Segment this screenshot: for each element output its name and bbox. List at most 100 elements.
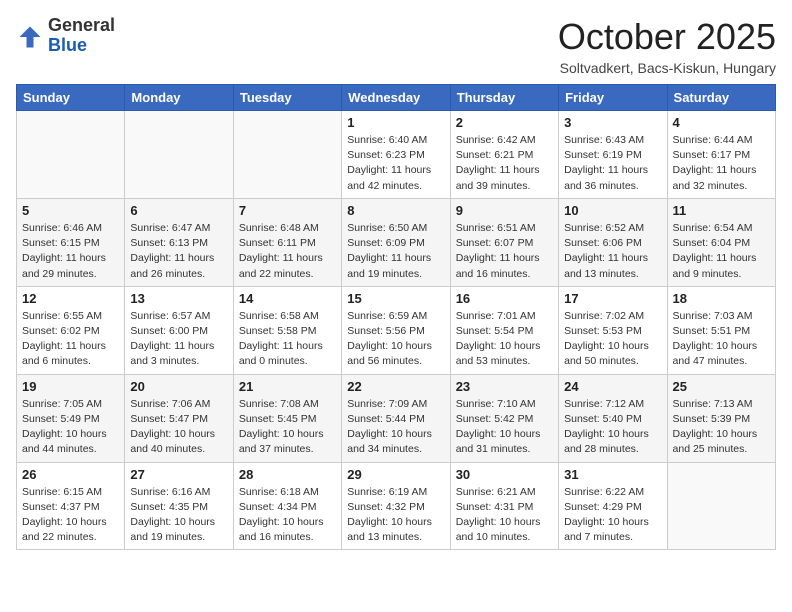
day-number: 11 xyxy=(673,203,770,218)
calendar-cell: 16 Sunrise: 7:01 AM Sunset: 5:54 PM Dayli… xyxy=(450,286,558,374)
calendar-table: SundayMondayTuesdayWednesdayThursdayFrid… xyxy=(16,84,776,550)
day-number: 30 xyxy=(456,467,553,482)
month-title: October 2025 xyxy=(558,16,776,58)
day-number: 2 xyxy=(456,115,553,130)
calendar-cell: 26Sunrise: 6:15 AM Sunset: 4:37 PM Dayli… xyxy=(17,462,125,550)
calendar-cell: 15Sunrise: 6:59 AM Sunset: 5:56 PM Dayli… xyxy=(342,286,450,374)
weekday-header-saturday: Saturday xyxy=(667,85,775,111)
weekday-header-tuesday: Tuesday xyxy=(233,85,341,111)
day-number: 23 xyxy=(456,379,553,394)
day-number: 24 xyxy=(564,379,661,394)
day-info: Sunrise: 6:19 AM Sunset: 4:32 PM Dayligh… xyxy=(347,485,444,546)
calendar-cell: 29 Sunrise: 6:19 AM Sunset: 4:32 PM Dayli… xyxy=(342,462,450,550)
day-info: Sunrise: 7:01 AM Sunset: 5:54 PM Dayligh… xyxy=(456,309,553,370)
calendar-cell: 25 Sunrise: 7:13 AM Sunset: 5:39 PM Dayli… xyxy=(667,374,775,462)
day-number: 27 xyxy=(130,467,227,482)
calendar-cell: 31 Sunrise: 6:22 AM Sunset: 4:29 PM Dayli… xyxy=(559,462,667,550)
day-info: Sunrise: 6:21 AM Sunset: 4:31 PM Dayligh… xyxy=(456,485,553,546)
day-number: 20 xyxy=(130,379,227,394)
title-block: October 2025 Soltvadkert, Bacs-Kiskun, H… xyxy=(558,16,776,76)
day-info: Sunrise: 6:18 AM Sunset: 4:34 PM Dayligh… xyxy=(239,485,336,546)
day-info: Sunrise: 7:10 AM Sunset: 5:42 PM Dayligh… xyxy=(456,397,553,458)
day-number: 25 xyxy=(673,379,770,394)
page-header: General Blue October 2025 Soltvadkert, B… xyxy=(16,16,776,76)
day-info: Sunrise: 6:55 AM Sunset: 6:02 PM Dayligh… xyxy=(22,309,119,370)
logo-icon xyxy=(16,23,44,51)
day-number: 29 xyxy=(347,467,444,482)
calendar-cell: 7 Sunrise: 6:48 AM Sunset: 6:11 PM Daylig… xyxy=(233,198,341,286)
calendar-cell: 13Sunrise: 6:57 AM Sunset: 6:00 PM Dayli… xyxy=(125,286,233,374)
weekday-header-monday: Monday xyxy=(125,85,233,111)
day-number: 6 xyxy=(130,203,227,218)
day-info: Sunrise: 7:13 AM Sunset: 5:39 PM Dayligh… xyxy=(673,397,770,458)
day-info: Sunrise: 6:43 AM Sunset: 6:19 PM Dayligh… xyxy=(564,133,661,194)
calendar-cell: 19 Sunrise: 7:05 AM Sunset: 5:49 PM Dayli… xyxy=(17,374,125,462)
day-info: Sunrise: 6:58 AM Sunset: 5:58 PM Dayligh… xyxy=(239,309,336,370)
day-info: Sunrise: 6:40 AM Sunset: 6:23 PM Dayligh… xyxy=(347,133,444,194)
day-info: Sunrise: 6:54 AM Sunset: 6:04 PM Dayligh… xyxy=(673,221,770,282)
day-number: 17 xyxy=(564,291,661,306)
day-info: Sunrise: 7:09 AM Sunset: 5:44 PM Dayligh… xyxy=(347,397,444,458)
day-number: 7 xyxy=(239,203,336,218)
day-info: Sunrise: 7:02 AM Sunset: 5:53 PM Dayligh… xyxy=(564,309,661,370)
calendar-cell: 18 Sunrise: 7:03 AM Sunset: 5:51 PM Dayli… xyxy=(667,286,775,374)
calendar-cell: 5 Sunrise: 6:46 AM Sunset: 6:15 PM Daylig… xyxy=(17,198,125,286)
day-info: Sunrise: 6:22 AM Sunset: 4:29 PM Dayligh… xyxy=(564,485,661,546)
day-info: Sunrise: 6:52 AM Sunset: 6:06 PM Dayligh… xyxy=(564,221,661,282)
day-info: Sunrise: 6:44 AM Sunset: 6:17 PM Dayligh… xyxy=(673,133,770,194)
day-number: 16 xyxy=(456,291,553,306)
day-info: Sunrise: 6:48 AM Sunset: 6:11 PM Dayligh… xyxy=(239,221,336,282)
day-number: 3 xyxy=(564,115,661,130)
calendar-cell: 2 Sunrise: 6:42 AM Sunset: 6:21 PM Daylig… xyxy=(450,111,558,199)
calendar-cell xyxy=(233,111,341,199)
logo: General Blue xyxy=(16,16,115,56)
day-info: Sunrise: 7:05 AM Sunset: 5:49 PM Dayligh… xyxy=(22,397,119,458)
calendar-cell xyxy=(125,111,233,199)
day-info: Sunrise: 6:59 AM Sunset: 5:56 PM Dayligh… xyxy=(347,309,444,370)
calendar-cell: 11 Sunrise: 6:54 AM Sunset: 6:04 PM Dayli… xyxy=(667,198,775,286)
calendar-cell: 12Sunrise: 6:55 AM Sunset: 6:02 PM Dayli… xyxy=(17,286,125,374)
calendar-cell: 3 Sunrise: 6:43 AM Sunset: 6:19 PM Daylig… xyxy=(559,111,667,199)
day-number: 5 xyxy=(22,203,119,218)
day-number: 19 xyxy=(22,379,119,394)
calendar-week-1: 1 Sunrise: 6:40 AM Sunset: 6:23 PM Daylig… xyxy=(17,111,776,199)
calendar-week-3: 12Sunrise: 6:55 AM Sunset: 6:02 PM Dayli… xyxy=(17,286,776,374)
calendar-cell: 21Sunrise: 7:08 AM Sunset: 5:45 PM Dayli… xyxy=(233,374,341,462)
calendar-cell: 17 Sunrise: 7:02 AM Sunset: 5:53 PM Dayli… xyxy=(559,286,667,374)
day-info: Sunrise: 6:15 AM Sunset: 4:37 PM Dayligh… xyxy=(22,485,119,546)
day-info: Sunrise: 6:47 AM Sunset: 6:13 PM Dayligh… xyxy=(130,221,227,282)
logo-general: General xyxy=(48,16,115,36)
weekday-header-thursday: Thursday xyxy=(450,85,558,111)
calendar-cell: 28Sunrise: 6:18 AM Sunset: 4:34 PM Dayli… xyxy=(233,462,341,550)
calendar-week-2: 5 Sunrise: 6:46 AM Sunset: 6:15 PM Daylig… xyxy=(17,198,776,286)
day-number: 1 xyxy=(347,115,444,130)
calendar-cell: 14 Sunrise: 6:58 AM Sunset: 5:58 PM Dayli… xyxy=(233,286,341,374)
calendar-cell: 20 Sunrise: 7:06 AM Sunset: 5:47 PM Dayli… xyxy=(125,374,233,462)
calendar-week-4: 19 Sunrise: 7:05 AM Sunset: 5:49 PM Dayli… xyxy=(17,374,776,462)
calendar-cell xyxy=(17,111,125,199)
day-info: Sunrise: 7:08 AM Sunset: 5:45 PM Dayligh… xyxy=(239,397,336,458)
day-info: Sunrise: 7:12 AM Sunset: 5:40 PM Dayligh… xyxy=(564,397,661,458)
day-info: Sunrise: 6:50 AM Sunset: 6:09 PM Dayligh… xyxy=(347,221,444,282)
location: Soltvadkert, Bacs-Kiskun, Hungary xyxy=(558,60,776,76)
day-number: 18 xyxy=(673,291,770,306)
calendar-cell: 6 Sunrise: 6:47 AM Sunset: 6:13 PM Daylig… xyxy=(125,198,233,286)
day-number: 9 xyxy=(456,203,553,218)
day-number: 22 xyxy=(347,379,444,394)
day-number: 14 xyxy=(239,291,336,306)
day-info: Sunrise: 6:16 AM Sunset: 4:35 PM Dayligh… xyxy=(130,485,227,546)
day-info: Sunrise: 7:03 AM Sunset: 5:51 PM Dayligh… xyxy=(673,309,770,370)
weekday-header-row: SundayMondayTuesdayWednesdayThursdayFrid… xyxy=(17,85,776,111)
day-number: 10 xyxy=(564,203,661,218)
day-info: Sunrise: 7:06 AM Sunset: 5:47 PM Dayligh… xyxy=(130,397,227,458)
calendar-cell: 9Sunrise: 6:51 AM Sunset: 6:07 PM Daylig… xyxy=(450,198,558,286)
calendar-cell xyxy=(667,462,775,550)
calendar-cell: 22 Sunrise: 7:09 AM Sunset: 5:44 PM Dayli… xyxy=(342,374,450,462)
day-number: 13 xyxy=(130,291,227,306)
calendar-cell: 23 Sunrise: 7:10 AM Sunset: 5:42 PM Dayli… xyxy=(450,374,558,462)
day-info: Sunrise: 6:46 AM Sunset: 6:15 PM Dayligh… xyxy=(22,221,119,282)
calendar-cell: 24 Sunrise: 7:12 AM Sunset: 5:40 PM Dayli… xyxy=(559,374,667,462)
day-number: 31 xyxy=(564,467,661,482)
calendar-cell: 1 Sunrise: 6:40 AM Sunset: 6:23 PM Daylig… xyxy=(342,111,450,199)
day-info: Sunrise: 6:42 AM Sunset: 6:21 PM Dayligh… xyxy=(456,133,553,194)
